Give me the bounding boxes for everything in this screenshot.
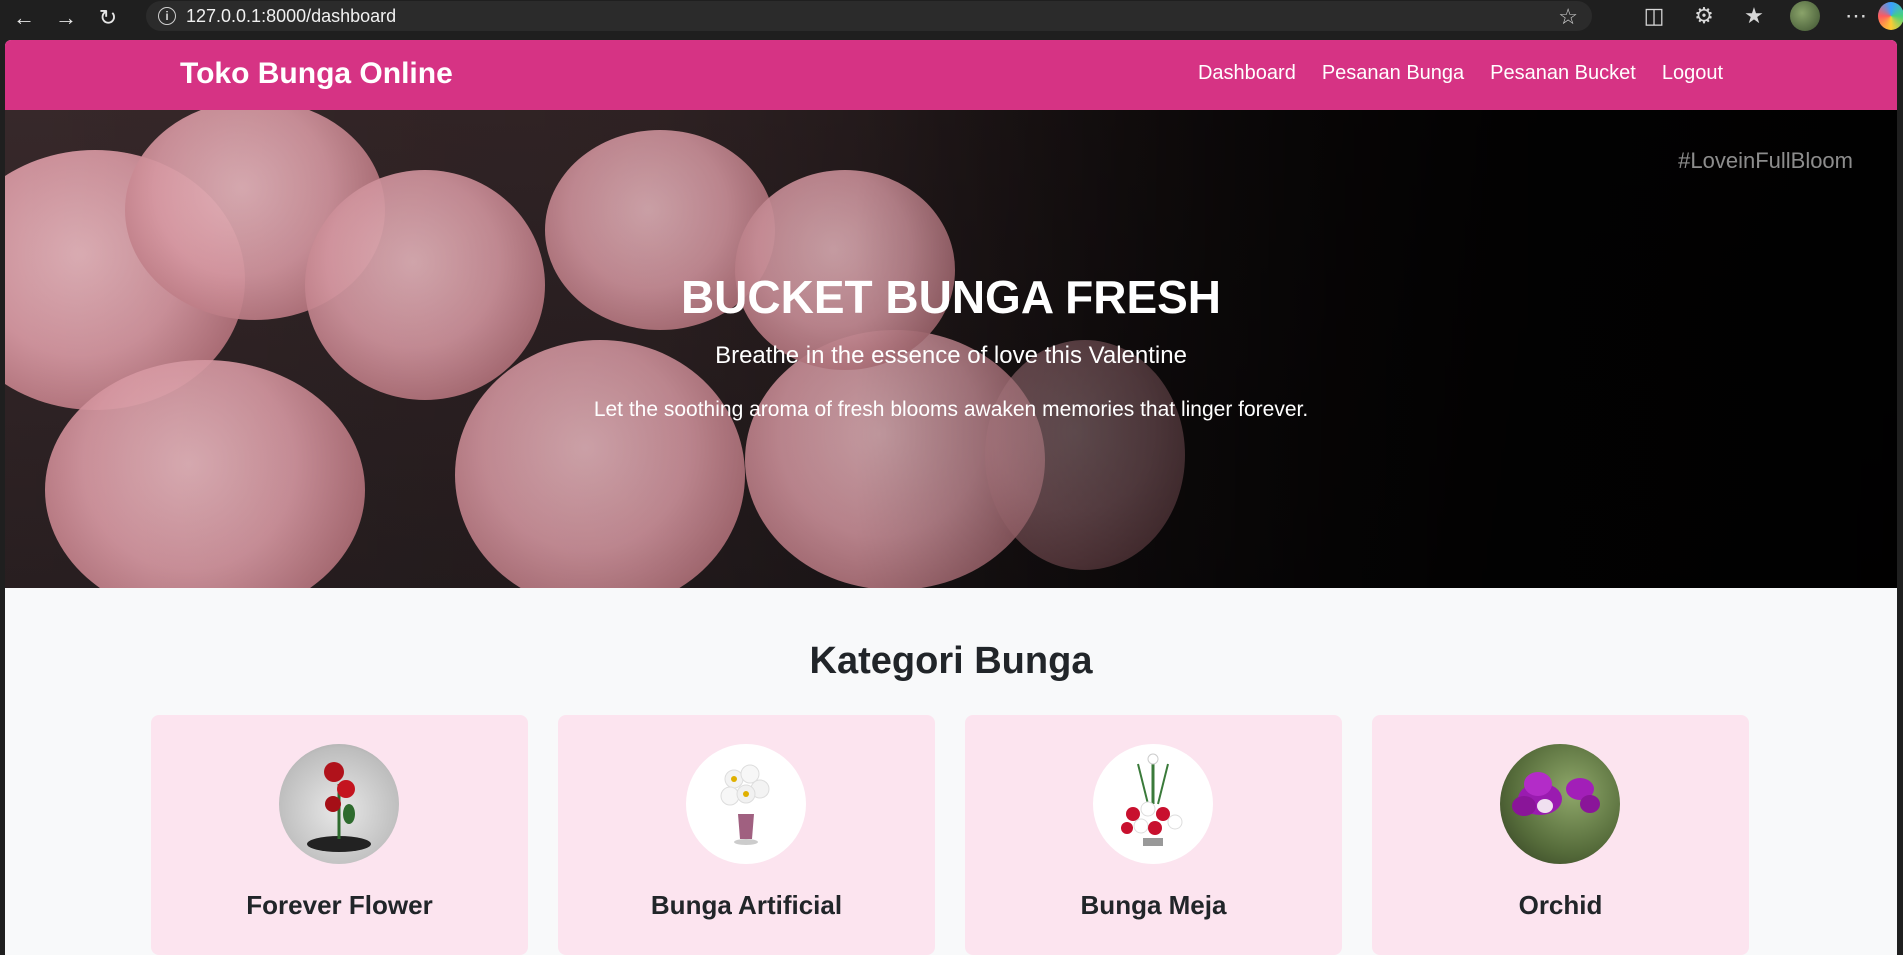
nav-link-pesanan-bucket[interactable]: Pesanan Bucket <box>1490 62 1636 85</box>
brand-logo[interactable]: Toko Bunga Online <box>180 57 453 91</box>
browser-toolbar: ← → ↻ i 127.0.0.1:8000/dashboard ☆ ◫ ⚙ ★… <box>0 0 1903 36</box>
hero-banner: #LoveinFullBloom BUCKET BUNGA FRESH Brea… <box>5 110 1897 588</box>
back-icon[interactable]: ← <box>6 3 42 33</box>
more-icon[interactable]: ⋯ <box>1842 3 1870 29</box>
nav-link-logout[interactable]: Logout <box>1662 62 1723 85</box>
vase-flowers-icon <box>720 764 770 845</box>
nav-link-dashboard[interactable]: Dashboard <box>1198 62 1296 85</box>
category-section-title: Kategori Bunga <box>809 640 1093 682</box>
page-viewport: Toko Bunga Online Dashboard Pesanan Bung… <box>5 40 1897 955</box>
category-name: Bunga Artificial <box>650 890 843 920</box>
category-card-orchid[interactable]: Orchid <box>1372 715 1749 955</box>
category-name: Forever Flower <box>246 890 433 920</box>
favorites-icon[interactable]: ★ <box>1740 3 1768 29</box>
table-bouquet-icon <box>1121 753 1183 846</box>
info-icon[interactable]: i <box>158 7 176 25</box>
nav-links: Dashboard Pesanan Bunga Pesanan Bucket L… <box>1198 62 1723 85</box>
hero-subtitle: Breathe in the essence of love this Vale… <box>715 342 1187 369</box>
nav-link-pesanan-bunga[interactable]: Pesanan Bunga <box>1322 62 1464 85</box>
profile-avatar[interactable] <box>1790 1 1820 31</box>
category-image <box>686 744 806 864</box>
category-image <box>279 744 399 864</box>
rose-dome-icon <box>307 762 371 852</box>
category-cards: Forever Flower Bunga Artificial Bunga Me… <box>151 715 1755 955</box>
category-card-forever-flower[interactable]: Forever Flower <box>151 715 528 955</box>
category-name: Bunga Meja <box>1080 890 1227 920</box>
orchid-icon <box>1512 772 1600 816</box>
url-text[interactable]: 127.0.0.1:8000/dashboard <box>186 6 396 27</box>
forward-icon[interactable]: → <box>48 3 84 33</box>
star-icon[interactable]: ☆ <box>1558 4 1578 30</box>
hero-description: Let the soothing aroma of fresh blooms a… <box>593 398 1309 421</box>
category-name: Orchid <box>1518 890 1603 920</box>
category-image <box>1500 744 1620 864</box>
scrollbar[interactable] <box>1897 40 1903 955</box>
browser-icons: ◫ ⚙ ★ ⋯ <box>1640 0 1870 32</box>
address-bar[interactable]: i 127.0.0.1:8000/dashboard ☆ <box>146 1 1592 31</box>
copilot-icon[interactable] <box>1878 2 1903 30</box>
category-card-bunga-artificial[interactable]: Bunga Artificial <box>558 715 935 955</box>
category-card-bunga-meja[interactable]: Bunga Meja <box>965 715 1342 955</box>
split-screen-icon[interactable]: ◫ <box>1640 3 1668 29</box>
category-image <box>1093 744 1213 864</box>
hero-title: BUCKET BUNGA FRESH <box>680 271 1222 323</box>
hero-hashtag: #LoveinFullBloom <box>1678 148 1853 173</box>
reload-icon[interactable]: ↻ <box>90 3 126 33</box>
extensions-icon[interactable]: ⚙ <box>1690 3 1718 29</box>
navbar: Toko Bunga Online Dashboard Pesanan Bung… <box>5 40 1897 110</box>
